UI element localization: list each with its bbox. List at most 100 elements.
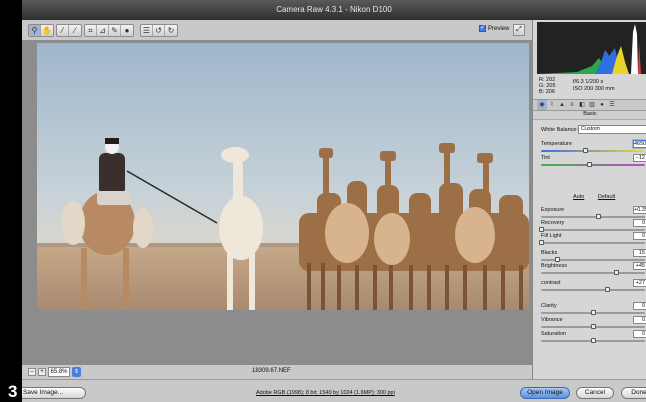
rotate-cw-icon[interactable]: ↻ bbox=[165, 25, 177, 36]
split-toning-tab-icon[interactable]: ◧ bbox=[577, 100, 587, 110]
color-sampler-tool-icon[interactable]: ⁄ bbox=[69, 25, 81, 36]
panel-tabs: ◉ ⌇ ▲ ≡ ◧ ▥ ● ☰ bbox=[533, 99, 646, 111]
slider-value-field[interactable]: −12 bbox=[633, 154, 646, 162]
slider-thumb[interactable] bbox=[604, 287, 610, 292]
preferences-icon[interactable]: ☰ bbox=[141, 25, 153, 36]
image-preview-area[interactable] bbox=[22, 40, 532, 365]
open-image-button[interactable]: Open Image bbox=[520, 387, 570, 399]
slider-saturation: Saturation 0 bbox=[541, 330, 646, 345]
slider-value-field[interactable]: +27 bbox=[633, 279, 646, 287]
lens-tab-icon[interactable]: ▥ bbox=[587, 100, 597, 110]
slider-fill-light: Fill Light 0 bbox=[539, 232, 646, 247]
slider-value-field[interactable]: +0.35 bbox=[633, 206, 646, 214]
slider-thumb[interactable] bbox=[613, 270, 619, 275]
fullscreen-button[interactable]: ⤢ bbox=[513, 24, 525, 36]
save-image-button[interactable]: Save Image... bbox=[22, 387, 86, 399]
hsl-tab-icon[interactable]: ≡ bbox=[567, 100, 577, 110]
basic-tab-icon[interactable]: ◉ bbox=[537, 100, 547, 110]
hand-tool-icon[interactable]: ✋ bbox=[41, 25, 53, 36]
aperture-shutter: f/6.3 1/200 s bbox=[573, 79, 604, 85]
slider-track[interactable] bbox=[541, 242, 645, 244]
cancel-button[interactable]: Cancel bbox=[576, 387, 614, 399]
window-title: Camera Raw 4.3.1 - Nikon D100 bbox=[22, 0, 646, 20]
detail-tab-icon[interactable]: ▲ bbox=[557, 100, 567, 110]
white-balance-select[interactable]: Custom bbox=[578, 125, 646, 134]
tone-curve-tab-icon[interactable]: ⌇ bbox=[547, 100, 557, 110]
camera-raw-window: Camera Raw 4.3.1 - Nikon D100 ⚲ ✋ ⁄ ⁄ ⌗ … bbox=[22, 0, 646, 402]
zoom-in-button[interactable]: + bbox=[38, 368, 46, 376]
slider-recovery: Recovery 0 bbox=[539, 219, 646, 234]
fullscreen-icon: ⤢ bbox=[516, 26, 522, 33]
slider-track[interactable] bbox=[541, 150, 645, 152]
slider-exposure: Exposure +0.35 bbox=[541, 206, 646, 221]
slider-value-field[interactable]: 0 bbox=[633, 316, 646, 324]
presets-tab-icon[interactable]: ☰ bbox=[607, 100, 617, 110]
zoom-bar: – + 65.8% ⇕ 18309.67.NEF bbox=[22, 365, 532, 379]
slider-label: Brightness bbox=[541, 263, 567, 269]
histogram-graph bbox=[537, 24, 641, 74]
slider-label: Tint bbox=[541, 155, 550, 161]
auto-link[interactable]: Auto bbox=[573, 194, 584, 200]
slider-thumb[interactable] bbox=[586, 162, 592, 167]
slider-value-field[interactable]: 0 bbox=[633, 302, 646, 310]
slider-value-field[interactable]: +45 bbox=[633, 262, 646, 270]
slider-label: Blacks bbox=[541, 250, 558, 256]
slider-clarity: Clarity 0 bbox=[541, 302, 646, 317]
slider-label: Fill Light bbox=[541, 233, 562, 239]
slider-track[interactable] bbox=[541, 289, 645, 291]
slider-label: Exposure bbox=[541, 207, 565, 213]
slider-track[interactable] bbox=[541, 216, 645, 218]
slider-value-field[interactable]: 0 bbox=[633, 219, 646, 227]
slider-thumb[interactable] bbox=[591, 310, 596, 315]
slider-label: Temperature bbox=[541, 141, 572, 147]
bottom-bar: Save Image... Adobe RGB (1998); 8 bit; 1… bbox=[22, 379, 646, 402]
slider-contrast: contrast +27 bbox=[541, 279, 646, 294]
pixel-readout: R: 202 G: 205 B: 206 f/6.3 1/200 s ISO 2… bbox=[537, 76, 646, 98]
auto-default-links: Auto Default bbox=[573, 194, 627, 200]
camera-calibration-tab-icon[interactable]: ● bbox=[597, 100, 607, 110]
zoom-menu-button[interactable]: ⇕ bbox=[72, 367, 81, 377]
slider-thumb[interactable] bbox=[591, 324, 596, 329]
preview-photo bbox=[37, 43, 529, 310]
straighten-tool-icon[interactable]: ⊿ bbox=[97, 25, 109, 36]
done-button[interactable]: Done bbox=[621, 387, 646, 399]
zoom-tool-icon[interactable]: ⚲ bbox=[29, 25, 41, 36]
panel-title: Basic bbox=[533, 111, 646, 120]
slider-value-field[interactable]: 4650 bbox=[633, 140, 646, 148]
slider-vibrance: Vibrance 0 bbox=[541, 316, 646, 331]
updown-arrows-icon: ⇕ bbox=[73, 369, 80, 375]
white-balance-tool-icon[interactable]: ⁄ bbox=[57, 25, 69, 36]
preview-checkbox[interactable]: ✓ Preview bbox=[479, 25, 509, 32]
edit-tool-group: ⌗ ⊿ ✎ ● bbox=[84, 24, 134, 37]
slider-thumb[interactable] bbox=[596, 214, 602, 219]
toolbar: ⚲ ✋ ⁄ ⁄ ⌗ ⊿ ✎ ● ☰ ↺ ↻ ✓ Preview ⤢ bbox=[22, 20, 532, 40]
slider-label: Saturation bbox=[541, 331, 567, 337]
retouch-tool-icon[interactable]: ✎ bbox=[109, 25, 121, 36]
workflow-options-link[interactable]: Adobe RGB (1998); 8 bit; 1540 by 1024 (1… bbox=[256, 390, 395, 396]
slider-label: contrast bbox=[541, 280, 561, 286]
rotate-ccw-icon[interactable]: ↺ bbox=[153, 25, 165, 36]
slider-thumb[interactable] bbox=[591, 338, 596, 343]
slider-track[interactable] bbox=[541, 272, 645, 274]
zoom-out-button[interactable]: – bbox=[28, 368, 36, 376]
slider-thumb[interactable] bbox=[582, 148, 588, 153]
white-balance-label: White Balance: bbox=[541, 127, 578, 133]
slider-track[interactable] bbox=[541, 229, 645, 231]
slider-thumb[interactable] bbox=[554, 257, 560, 262]
crop-tool-icon[interactable]: ⌗ bbox=[85, 25, 97, 36]
slider-label: Recovery bbox=[541, 220, 565, 226]
slider-track[interactable] bbox=[541, 164, 645, 166]
checkmark-icon: ✓ bbox=[479, 25, 486, 32]
red-eye-tool-icon[interactable]: ● bbox=[121, 25, 133, 36]
nav-tool-group: ⚲ ✋ bbox=[28, 24, 54, 37]
slider-value-field[interactable]: 15 bbox=[633, 249, 646, 257]
default-link[interactable]: Default bbox=[598, 194, 615, 200]
slider-thumb[interactable] bbox=[539, 227, 544, 232]
slider-thumb[interactable] bbox=[539, 240, 544, 245]
slider-brightness: Brightness +45 bbox=[541, 262, 646, 277]
slider-value-field[interactable]: 0 bbox=[633, 330, 646, 338]
slider-label: Vibrance bbox=[541, 317, 563, 323]
slider-value-field[interactable]: 0 bbox=[633, 232, 646, 240]
zoom-level-field[interactable]: 65.8% bbox=[48, 367, 70, 377]
sample-tool-group: ⁄ ⁄ bbox=[56, 24, 82, 37]
